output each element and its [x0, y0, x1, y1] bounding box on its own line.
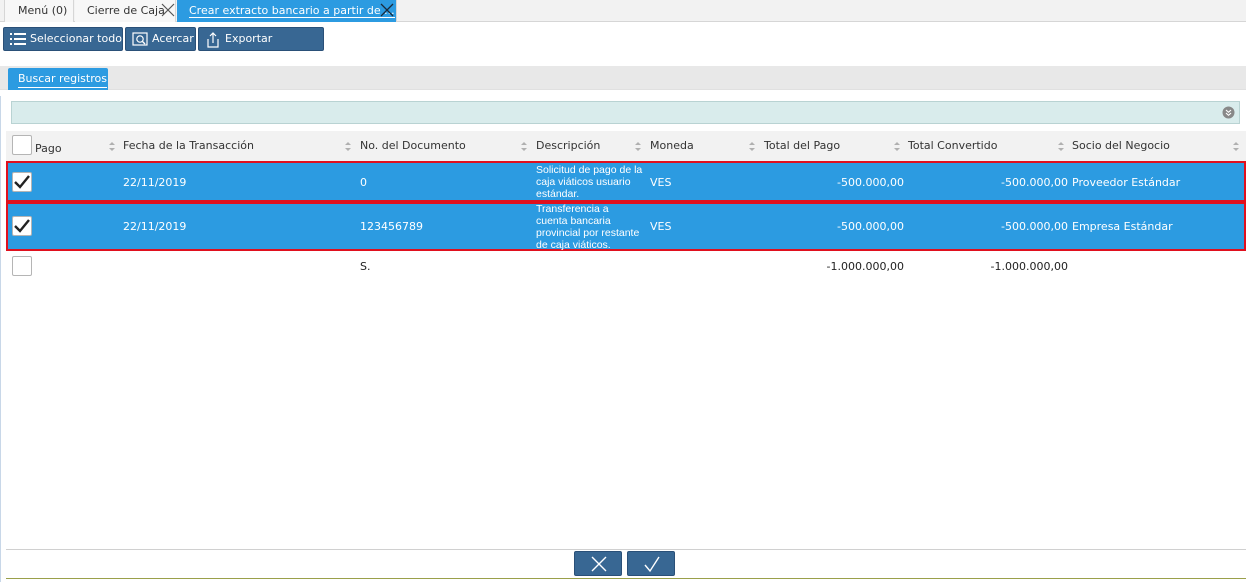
- tab-cierre-label: Cierre de Caja: [87, 4, 165, 17]
- cell-currency: VES: [650, 220, 672, 233]
- table-row[interactable]: 22/11/2019 123456789 Transferencia a cue…: [6, 202, 1246, 251]
- close-icon: [591, 556, 607, 572]
- cell-description: Transferencia a cuenta bancaria provinci…: [536, 203, 648, 251]
- cell-description: Solicitud de pago de la caja viáticos us…: [536, 164, 648, 200]
- table-row[interactable]: 22/11/2019 0 Solicitud de pago de la caj…: [6, 161, 1246, 202]
- col-total-pago[interactable]: Total del Pago: [764, 131, 840, 161]
- sort-icon[interactable]: [108, 141, 116, 152]
- description-line: Transferencia a: [536, 203, 609, 215]
- export-icon: [207, 32, 219, 48]
- cell-business-partner: Empresa Estándar: [1072, 220, 1173, 233]
- description-line: de caja viáticos.: [536, 239, 611, 251]
- col-total-convertido[interactable]: Total Convertido: [908, 131, 997, 161]
- description-line: caja viáticos usuario: [536, 176, 631, 188]
- expand-down-icon[interactable]: [1222, 106, 1235, 119]
- ok-button[interactable]: [627, 551, 675, 576]
- checkmark-icon: [14, 175, 30, 189]
- col-pago[interactable]: Pago: [35, 134, 62, 164]
- sort-icon[interactable]: [893, 141, 901, 152]
- export-button[interactable]: Exportar registros: [198, 27, 324, 67]
- cell-currency: VES: [650, 176, 672, 189]
- cell-business-partner: Proveedor Estándar: [1072, 176, 1181, 189]
- description-line: Solicitud de pago de la: [536, 164, 643, 176]
- cell-total-payment: -500.000,00: [837, 176, 904, 189]
- col-documento[interactable]: No. del Documento: [360, 131, 466, 161]
- toolbar: Seleccionar todo Acercar Exportar regist…: [0, 23, 1246, 67]
- sort-icon[interactable]: [748, 141, 756, 152]
- col-socio[interactable]: Socio del Negocio: [1072, 131, 1170, 161]
- zoom-label: Acercar: [152, 32, 194, 45]
- col-moneda[interactable]: Moneda: [650, 131, 694, 161]
- sort-icon[interactable]: [344, 141, 352, 152]
- totals-label: S.: [360, 260, 371, 273]
- cell-date: 22/11/2019: [123, 176, 187, 189]
- totals-row: S. -1.000.000,00 -1.000.000,00: [6, 252, 1246, 280]
- cell-total-payment: -500.000,00: [837, 220, 904, 233]
- cancel-button[interactable]: [574, 551, 622, 576]
- tab-search-records[interactable]: Buscar registros: [8, 68, 108, 90]
- description-line: cuenta bancaria: [536, 215, 611, 227]
- close-icon[interactable]: [380, 3, 394, 17]
- panel-left-border: [0, 96, 1, 582]
- select-all-button[interactable]: Seleccionar todo: [3, 27, 123, 51]
- tab-crear-label: Crear extracto bancario a partir de ...: [189, 4, 395, 18]
- col-descripcion[interactable]: Descripción: [536, 131, 600, 161]
- description-line: provincial por restante: [536, 227, 640, 239]
- grid-header: Pago Fecha de la Transacción No. del Doc…: [6, 131, 1246, 161]
- cell-date: 22/11/2019: [123, 220, 187, 233]
- divider: [6, 549, 1246, 550]
- tab-cierre-de-caja[interactable]: Cierre de Caja: [75, 0, 176, 22]
- row-checkbox[interactable]: [12, 216, 32, 236]
- checkmark-icon: [644, 556, 660, 573]
- description-line: estándar.: [536, 188, 580, 200]
- totals-payment: -1.000.000,00: [826, 260, 904, 273]
- cell-document: 123456789: [360, 220, 423, 233]
- checkmark-icon: [14, 219, 30, 233]
- tab-menu[interactable]: Menú (0): [4, 0, 74, 22]
- search-filter-bar[interactable]: [11, 101, 1240, 124]
- tab-menu-label: Menú (0): [18, 4, 68, 17]
- sort-icon[interactable]: [520, 141, 528, 152]
- row-checkbox[interactable]: [12, 172, 32, 192]
- zoom-icon: [132, 32, 148, 46]
- list-icon: [10, 33, 26, 45]
- totals-checkbox[interactable]: [12, 256, 32, 276]
- window-tab-bar: Menú (0) Cierre de Caja Crear extracto b…: [0, 0, 1246, 22]
- select-all-label: Seleccionar todo: [30, 32, 122, 45]
- col-fecha[interactable]: Fecha de la Transacción: [123, 131, 254, 161]
- export-label: Exportar registros: [225, 32, 273, 67]
- cell-total-converted: -500.000,00: [1001, 176, 1068, 189]
- sort-icon[interactable]: [1057, 141, 1065, 152]
- cell-document: 0: [360, 176, 367, 189]
- close-icon[interactable]: [161, 3, 175, 17]
- totals-converted: -1.000.000,00: [990, 260, 1068, 273]
- sort-icon[interactable]: [634, 141, 642, 152]
- select-all-checkbox[interactable]: [12, 135, 32, 155]
- sort-icon[interactable]: [1232, 141, 1240, 152]
- tab-crear-extracto[interactable]: Crear extracto bancario a partir de ...: [177, 0, 397, 22]
- divider: [6, 578, 1246, 579]
- zoom-button[interactable]: Acercar: [125, 27, 196, 51]
- search-tab-label: Buscar registros: [18, 72, 107, 88]
- search-tab-strip: Buscar registros: [0, 66, 1246, 90]
- cell-total-converted: -500.000,00: [1001, 220, 1068, 233]
